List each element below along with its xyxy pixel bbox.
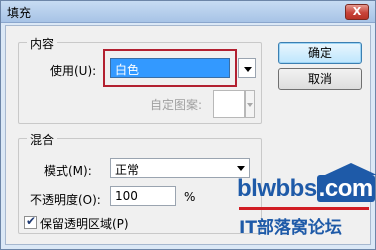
checkmark-icon: ✔ (26, 214, 37, 228)
chevron-down-icon (247, 103, 253, 107)
opacity-unit: % (184, 190, 196, 204)
site-watermark: blwbbs.com IT部落窝论坛 (233, 163, 376, 243)
mode-label: 模式(M): (44, 164, 92, 178)
opacity-input[interactable]: 100 (110, 186, 176, 206)
preserve-transparency-label[interactable]: 保留透明区域(P) (40, 215, 129, 232)
use-dropdown-button[interactable] (238, 58, 256, 78)
blending-legend: 混合 (27, 131, 58, 148)
use-label: 使用(U): (50, 64, 97, 78)
close-button[interactable]: X (345, 4, 369, 20)
close-icon: X (352, 5, 362, 18)
watermark-underline (239, 207, 369, 210)
preserve-transparency-checkbox[interactable]: ✔ (24, 214, 37, 229)
house-roof-icon (325, 163, 376, 175)
opacity-label: 不透明度(O): (30, 193, 101, 207)
dialog-title: 填充 (7, 6, 32, 20)
opacity-input-value: 100 (115, 189, 138, 203)
custom-pattern-swatch (213, 90, 245, 118)
fill-dialog: 填充 X 内容 使用(U): 白色 自定图案: 确定 取消 混合 模式(M): (0, 0, 376, 250)
mode-select[interactable]: 正常 (110, 158, 250, 178)
cancel-button[interactable]: 取消 (278, 68, 362, 90)
mode-select-value: 正常 (115, 163, 140, 177)
chevron-down-icon (244, 67, 252, 72)
watermark-text: IT部落窝论坛 (239, 218, 342, 238)
annotation-highlight-box (103, 49, 237, 87)
custom-pattern-dropdown (245, 90, 255, 118)
title-bar[interactable]: 填充 X (1, 1, 375, 23)
contents-legend: 内容 (27, 35, 58, 52)
ok-button[interactable]: 确定 (278, 42, 362, 64)
custom-pattern-label: 自定图案: (150, 98, 203, 112)
watermark-domain: blwbbs.com (237, 175, 375, 202)
